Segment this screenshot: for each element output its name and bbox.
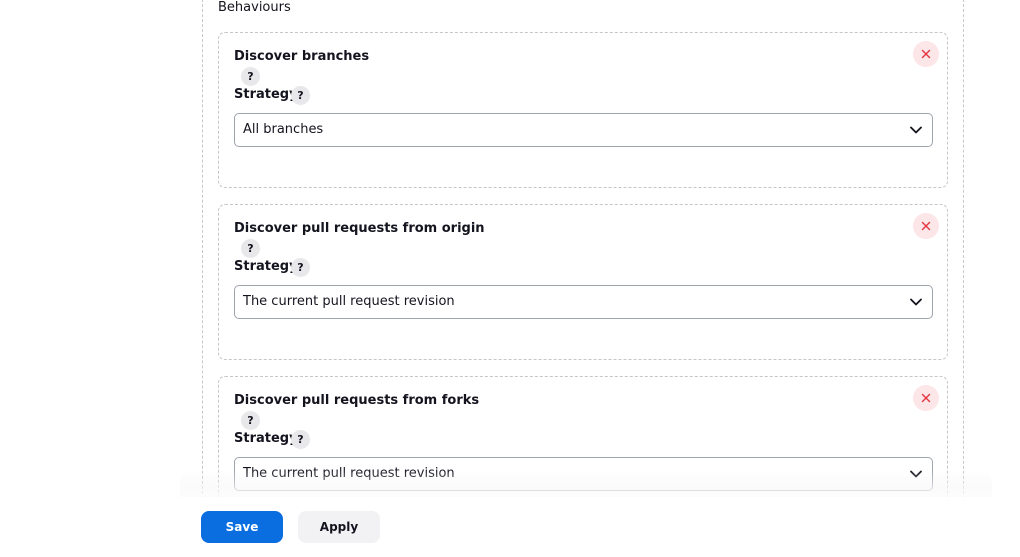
behaviour-title: Discover pull requests from forks [234, 393, 480, 408]
chevron-down-icon [910, 298, 922, 306]
bottom-bar-shadow [180, 470, 992, 498]
strategy-help-icon[interactable]: ? [291, 430, 310, 449]
remove-behaviour-button[interactable] [913, 385, 939, 411]
strategy-select[interactable]: All branches [234, 113, 933, 147]
remove-behaviour-button[interactable] [913, 213, 939, 239]
strategy-select-value: The current pull request revision [243, 294, 455, 309]
help-icon[interactable]: ? [241, 239, 260, 258]
strategy-label: Strategy [234, 431, 298, 446]
help-icon[interactable]: ? [241, 67, 260, 86]
section-title: Behaviours [218, 0, 291, 15]
close-icon [921, 49, 931, 59]
strategy-help-icon[interactable]: ? [291, 86, 310, 105]
behaviour-discover-pr-origin: Discover pull requests from origin ? Str… [218, 204, 948, 360]
strategy-help-icon[interactable]: ? [291, 258, 310, 277]
close-icon [921, 221, 931, 231]
strategy-select[interactable]: The current pull request revision [234, 285, 933, 319]
bottom-action-bar [0, 497, 1020, 557]
close-icon [921, 393, 931, 403]
help-icon[interactable]: ? [241, 411, 260, 430]
save-button[interactable]: Save [201, 511, 283, 543]
apply-button[interactable]: Apply [298, 511, 380, 543]
strategy-label: Strategy [234, 259, 298, 274]
behaviour-discover-branches: Discover branches ? Strategy ? All branc… [218, 32, 948, 188]
behaviour-title: Discover branches [234, 49, 370, 64]
strategy-select-value: All branches [243, 122, 324, 137]
chevron-down-icon [910, 126, 922, 134]
behaviour-title: Discover pull requests from origin [234, 221, 485, 236]
remove-behaviour-button[interactable] [913, 41, 939, 67]
page: Behaviours Discover branches ? Strategy … [0, 0, 1020, 557]
strategy-label: Strategy [234, 87, 298, 102]
